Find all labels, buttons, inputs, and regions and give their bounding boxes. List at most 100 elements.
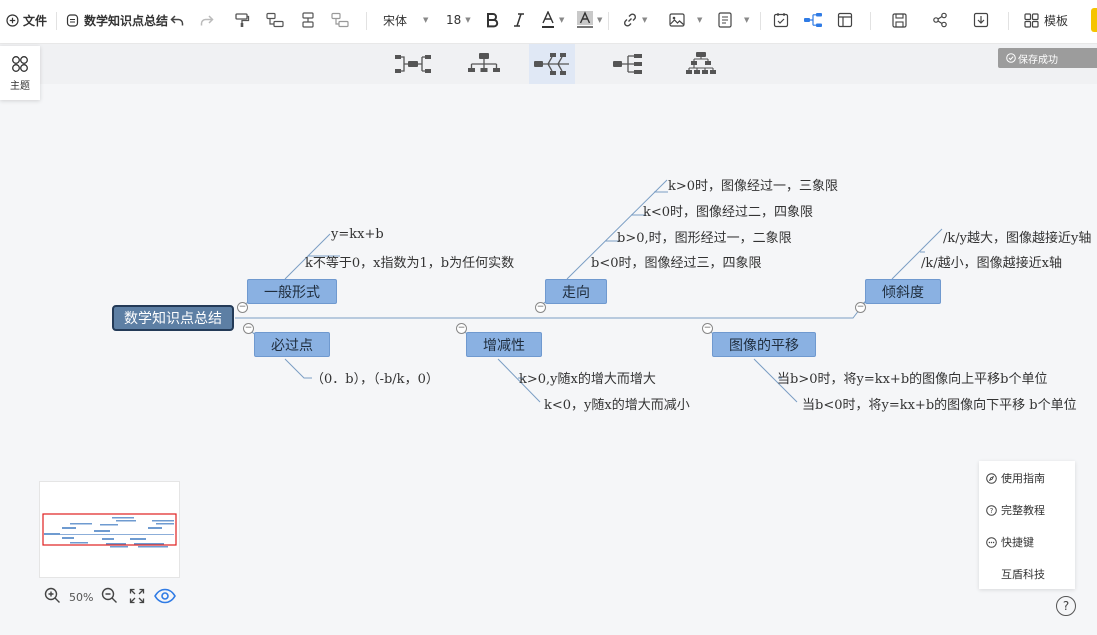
vip-badge[interactable] [1091,8,1097,32]
chevron-down-icon: ▼ [423,16,429,24]
leaf-topic[interactable]: 当b<0时，将y=kx+b的图像向下平移 b个单位 [802,394,1077,413]
bold-button[interactable] [485,0,499,40]
format-painter-button[interactable] [234,0,250,40]
font-size-select[interactable]: 18 ▼ [446,0,471,40]
collapse-toggle[interactable]: − [237,302,248,313]
layout-right-tree-icon [613,54,642,74]
branch-node[interactable]: 增减性 [466,332,542,357]
highlight-color-button[interactable]: ▼ [577,0,602,40]
link-icon [623,13,637,27]
leaf-topic[interactable]: k>0,y随x的增大而增大 [519,368,656,387]
italic-icon [514,13,524,27]
parent-node-icon [302,12,314,28]
font-color-button[interactable]: ▼ [541,0,564,40]
insert-sibling-button[interactable] [266,0,284,40]
branch-node[interactable]: 必过点 [254,332,330,357]
chevron-down-icon: ▼ [559,16,565,24]
minimap[interactable] [39,481,180,578]
save-button[interactable] [892,0,907,40]
leaf-topic[interactable]: k不等于0，x指数为1，b为任何实数 [305,252,514,271]
leaf-topic[interactable]: k<0，y随x的增大而减小 [544,394,690,413]
file-menu[interactable]: 文件 [6,0,47,40]
fit-screen-icon [130,588,145,603]
tutorial-link[interactable]: ? 完整教程 [986,502,1045,518]
tutorial-label: 完整教程 [1001,504,1045,517]
eye-icon [154,588,177,603]
note-button[interactable]: ▼ [718,0,749,40]
zoom-out-button[interactable] [101,587,118,607]
preview-toggle-button[interactable] [154,588,177,607]
italic-button[interactable] [513,0,525,40]
layout-logic-both-button[interactable] [390,44,436,84]
download-icon [973,12,989,28]
document-title[interactable]: 数学知识点总结 [66,0,168,40]
leaf-topic[interactable]: k>0时，图像经过一，三象限 [668,175,838,194]
collapse-toggle[interactable]: − [456,323,467,334]
image-icon [669,13,685,27]
user-guide-link[interactable]: 使用指南 [986,470,1045,486]
zoom-level: 50% [69,590,94,604]
zoom-in-button[interactable] [44,587,61,607]
fit-screen-button[interactable] [129,588,145,607]
divider [870,12,871,30]
share-button[interactable] [932,0,948,40]
insert-parent-button[interactable] [300,0,316,40]
chevron-down-icon: ▼ [642,16,648,24]
insert-child-button[interactable] [331,0,349,40]
leaf-topic[interactable]: （0．b），（-b/k，0） [311,368,439,387]
minimap-viewport[interactable] [42,513,177,546]
layout-org-chart-button[interactable] [461,44,507,84]
layout-tree-down-icon [686,52,716,74]
leaf-topic[interactable]: b>0,时，图形经过一，二象限 [617,227,792,246]
layout-frame-button[interactable] [837,0,853,40]
leaf-topic[interactable]: y=kx+b [331,227,384,242]
leaf-topic[interactable]: /k/越小，图像越接近x轴 [921,252,1062,271]
leaf-topic[interactable]: 当b>0时，将y=kx+b的图像向上平移b个单位 [777,368,1047,387]
shortcuts-label: 快捷键 [1001,536,1034,549]
redo-button[interactable] [199,0,214,40]
save-icon [892,12,907,28]
company-link[interactable]: 互盾科技 [1001,566,1045,582]
add-circle-icon [6,13,19,27]
template-button[interactable]: 模板 [1024,0,1068,40]
collapse-toggle[interactable]: − [702,323,713,334]
leaf-topic[interactable]: /k/y越大，图像越接近y轴 [943,227,1097,246]
chevron-down-icon: ▼ [597,16,603,24]
undo-button[interactable] [170,0,185,40]
summary-button[interactable] [773,0,789,40]
save-status-text: 保存成功 [1018,54,1058,66]
layout-fishbone-button[interactable] [529,44,575,84]
branch-node[interactable]: 倾斜度 [865,279,941,304]
chevron-down-icon: ▼ [744,16,750,24]
layout-right-tree-button[interactable] [605,44,651,84]
collapse-toggle[interactable]: − [243,323,254,334]
frame-icon [837,12,853,28]
collapse-toggle[interactable]: − [855,302,866,313]
chevron-down-icon: ▼ [697,16,703,24]
check-circle-icon [1006,53,1016,63]
branch-node[interactable]: 走向 [545,279,607,304]
branch-node[interactable]: 一般形式 [247,279,337,304]
branch-node[interactable]: 图像的平移 [712,332,816,357]
layout-org-chart-icon [468,53,500,72]
structure-button[interactable] [803,0,823,40]
image-button[interactable]: ▼ [669,0,702,40]
export-button[interactable] [973,0,989,40]
note-icon [718,12,732,28]
root-node[interactable]: 数学知识点总结 [112,305,234,331]
shortcuts-link[interactable]: 快捷键 [986,534,1034,550]
compass-icon [986,472,997,484]
document-icon [66,13,79,27]
zoom-in-icon [44,587,60,603]
link-button[interactable]: ▼ [622,0,647,40]
save-status-badge: 保存成功 [998,48,1097,68]
help-button[interactable]: ? [1056,596,1076,616]
leaf-topic[interactable]: b<0时，图像经过三，四象限 [591,252,762,271]
layout-tree-down-button[interactable] [678,44,724,84]
font-family-select[interactable]: 宋体 ▼ [383,0,428,40]
leaf-topic[interactable]: k<0时，图像经过二，四象限 [643,201,813,220]
calendar-check-icon [773,13,789,28]
highlight-icon [577,11,593,28]
collapse-toggle[interactable]: − [535,302,546,313]
layout-fishbone-icon [534,53,569,75]
